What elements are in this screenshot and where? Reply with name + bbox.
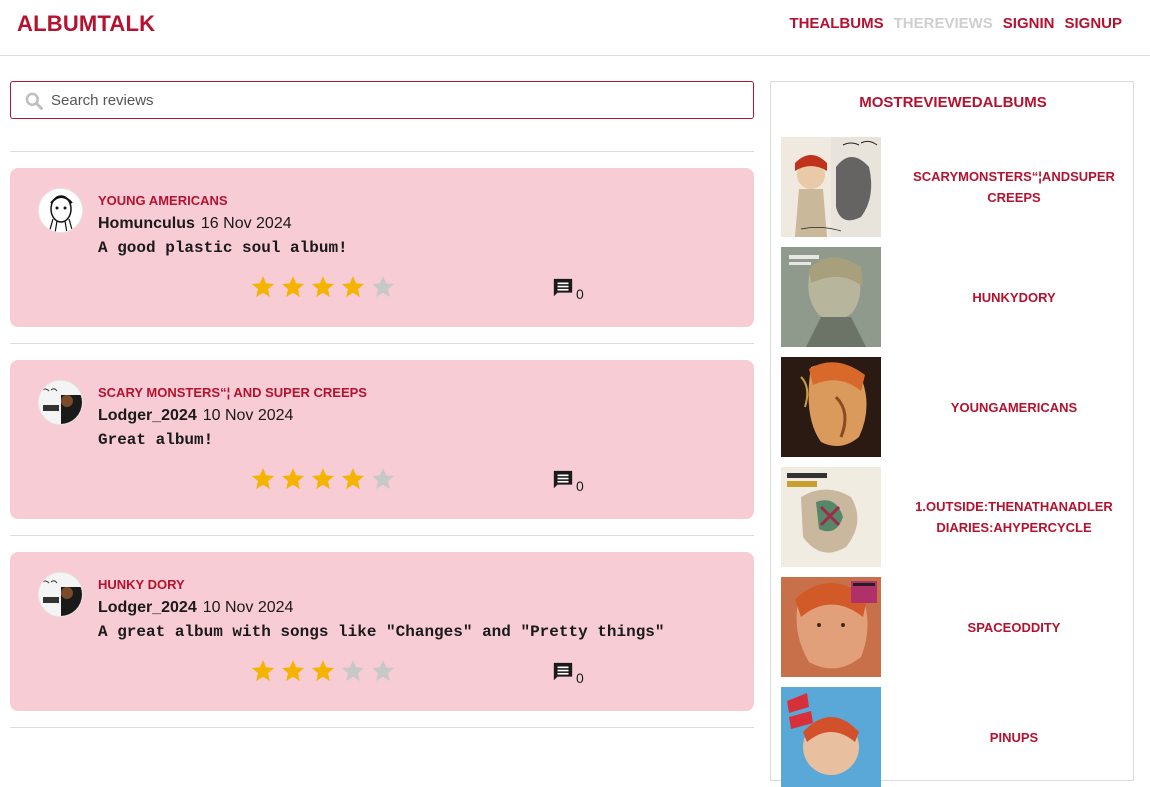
site-logo[interactable]: ALBUMTALK [17,11,155,37]
avatar[interactable] [38,188,83,233]
review-text: A great album with songs like "Changes" … [98,623,665,641]
top-header: ALBUMTALK THEALBUMS THEREVIEWS SIGNIN SI… [0,0,1150,56]
review-username[interactable]: Homunculus [98,215,195,232]
comment-icon [553,278,573,297]
album-cover[interactable] [781,247,881,347]
star-filled-icon [281,659,305,681]
star-empty-icon [371,659,395,681]
divider [10,343,754,344]
album-cover[interactable] [781,577,881,677]
sidebar-album-item[interactable]: YOUNGAMERICANS [781,357,1125,457]
star-rating [250,658,396,684]
review-username[interactable]: Lodger_2024 [98,407,197,424]
review-album-link[interactable]: YOUNG AMERICANS [98,193,228,208]
divider [10,727,754,728]
star-filled-icon [341,467,365,489]
sidebar-album-title[interactable]: HUNKYDORY [897,247,1131,347]
star-filled-icon [251,275,275,297]
sidebar-album-title[interactable]: SPACEODDITY [897,577,1131,677]
comments-button[interactable]: 0 [552,277,584,302]
comment-count: 0 [576,478,584,494]
nav-the-albums[interactable]: THEALBUMS [789,15,883,32]
divider [10,535,754,536]
star-filled-icon [341,275,365,297]
review-album-link[interactable]: SCARY MONSTERS“¦ AND SUPER CREEPS [98,385,367,400]
comment-icon [553,662,573,681]
review-date: 16 Nov 2024 [200,215,292,232]
star-filled-icon [311,467,335,489]
search-icon [25,92,43,110]
avatar[interactable] [38,572,83,617]
album-cover[interactable] [781,137,881,237]
review-card: HUNKY DORY Lodger_2024 10 Nov 2024 A grea… [10,552,754,711]
star-filled-icon [311,275,335,297]
review-meta: Homunculus 16 Nov 2024 [98,215,292,233]
divider [10,151,754,152]
comments-button[interactable]: 0 [552,661,584,686]
nav-sign-in[interactable]: SIGNIN [1003,15,1055,32]
review-meta: Lodger_2024 10 Nov 2024 [98,407,293,425]
sidebar-album-item[interactable]: SPACEODDITY [781,577,1125,677]
album-cover[interactable] [781,687,881,787]
sidebar-album-title[interactable]: PINUPS [897,687,1131,787]
nav-the-reviews[interactable]: THEREVIEWS [894,15,993,32]
review-username[interactable]: Lodger_2024 [98,599,197,616]
review-date: 10 Nov 2024 [202,599,294,616]
comment-count: 0 [576,286,584,302]
review-date: 10 Nov 2024 [202,407,294,424]
star-rating [250,274,396,300]
review-card: SCARY MONSTERS“¦ AND SUPER CREEPS Lodger… [10,360,754,519]
sidebar-album-item[interactable]: 1.OUTSIDE:THENATHANADLER DIARIES:AHYPERC… [781,467,1125,567]
sidebar-album-title[interactable]: 1.OUTSIDE:THENATHANADLER DIARIES:AHYPERC… [897,467,1131,567]
star-filled-icon [251,467,275,489]
search-bar [10,81,754,119]
star-filled-icon [281,467,305,489]
album-cover[interactable] [781,357,881,457]
star-empty-icon [371,467,395,489]
star-filled-icon [281,275,305,297]
nav-sign-up[interactable]: SIGNUP [1064,15,1122,32]
star-empty-icon [371,275,395,297]
sidebar-album-item[interactable]: SCARYMONSTERS“¦ANDSUPER CREEPS [781,137,1125,237]
comment-count: 0 [576,670,584,686]
review-card: YOUNG AMERICANS Homunculus 16 Nov 2024 A … [10,168,754,327]
sidebar-album-title[interactable]: YOUNGAMERICANS [897,357,1131,457]
search-input[interactable] [51,87,741,113]
star-empty-icon [341,659,365,681]
star-rating [250,466,396,492]
sidebar-album-item[interactable]: PINUPS [781,687,1125,787]
sidebar-album-title[interactable]: SCARYMONSTERS“¦ANDSUPER CREEPS [897,137,1131,237]
review-text: Great album! [98,431,214,449]
sidebar-album-item[interactable]: HUNKYDORY [781,247,1125,347]
avatar[interactable] [38,380,83,425]
review-meta: Lodger_2024 10 Nov 2024 [98,599,293,617]
star-filled-icon [251,659,275,681]
album-cover[interactable] [781,467,881,567]
star-filled-icon [311,659,335,681]
comment-icon [553,470,573,489]
review-album-link[interactable]: HUNKY DORY [98,577,185,592]
sidebar-title: MOSTREVIEWEDALBUMS [859,94,1047,111]
main-nav: THEALBUMS THEREVIEWS SIGNIN SIGNUP [789,15,1122,32]
most-reviewed-sidebar: MOSTREVIEWEDALBUMS SCARYMONSTERS“¦ANDSUP… [770,81,1134,787]
comments-button[interactable]: 0 [552,469,584,494]
review-text: A good plastic soul album! [98,239,348,257]
